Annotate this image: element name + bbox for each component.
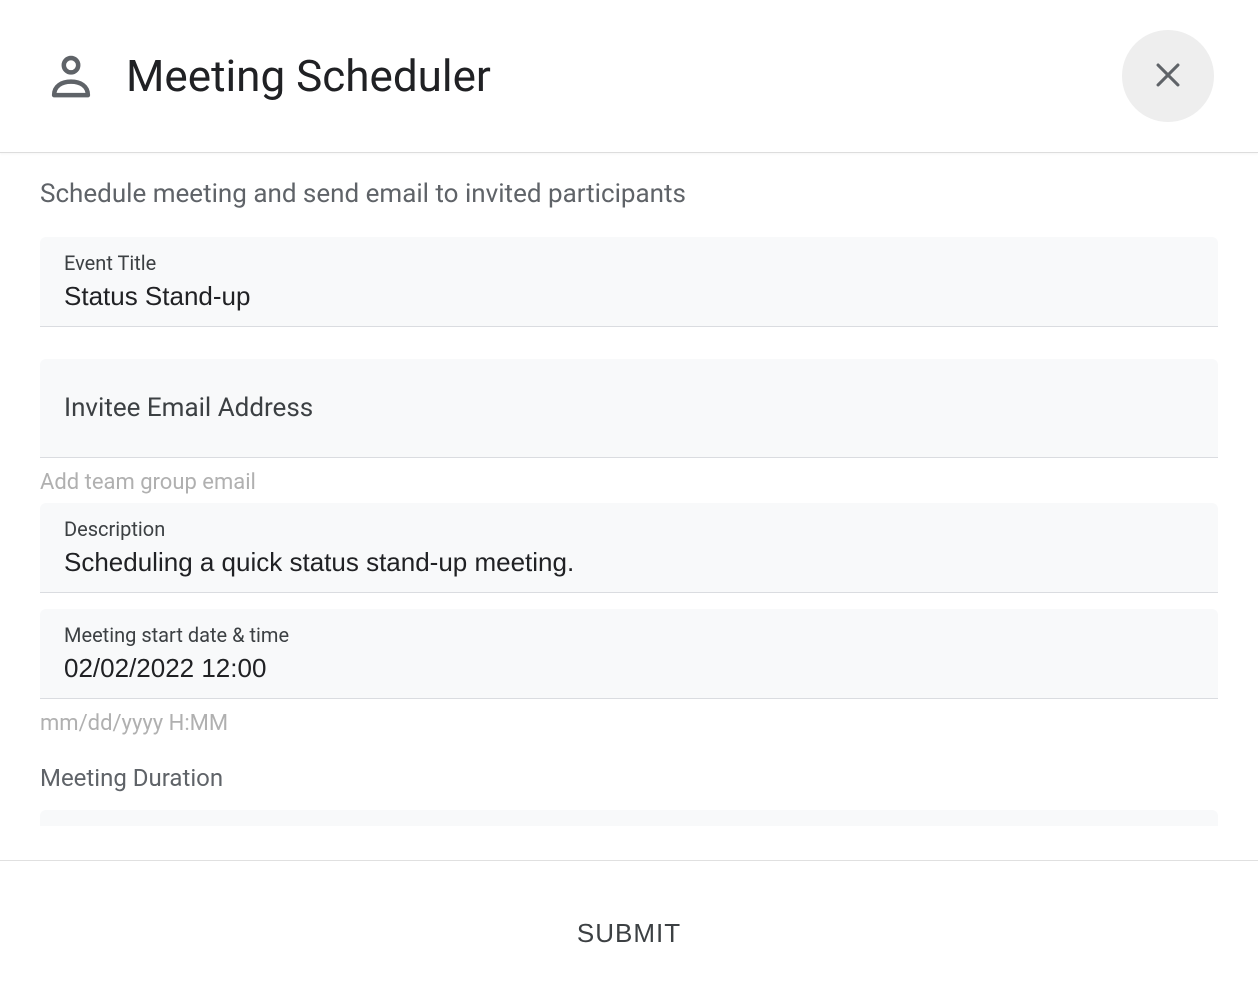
start-datetime-helper: mm/dd/yyyy H:MM	[40, 699, 1218, 736]
event-title-label: Event Title	[64, 251, 1194, 275]
dialog-content: Schedule meeting and send email to invit…	[0, 153, 1258, 863]
duration-field[interactable]	[40, 810, 1218, 826]
submit-button[interactable]: SUBMIT	[577, 918, 681, 949]
start-datetime-label: Meeting start date & time	[64, 623, 1194, 647]
description-label: Description	[64, 517, 1194, 541]
duration-label: Meeting Duration	[40, 744, 1218, 810]
header-left: Meeting Scheduler	[44, 49, 491, 103]
description-input[interactable]	[64, 547, 1194, 578]
start-datetime-input[interactable]	[64, 653, 1194, 684]
dialog-subtitle: Schedule meeting and send email to invit…	[40, 179, 1218, 209]
invitee-email-placeholder: Invitee Email Address	[64, 393, 1194, 423]
invitee-email-field[interactable]: Invitee Email Address	[40, 359, 1218, 458]
invitee-email-helper: Add team group email	[40, 458, 1218, 495]
description-field[interactable]: Description	[40, 503, 1218, 593]
event-title-field[interactable]: Event Title	[40, 237, 1218, 327]
dialog-footer: SUBMIT	[0, 860, 1258, 1006]
close-icon	[1151, 58, 1185, 95]
dialog-title: Meeting Scheduler	[126, 50, 491, 102]
start-datetime-field[interactable]: Meeting start date & time	[40, 609, 1218, 699]
person-icon	[44, 49, 98, 103]
close-button[interactable]	[1122, 30, 1214, 122]
event-title-input[interactable]	[64, 281, 1194, 312]
dialog-header: Meeting Scheduler	[0, 0, 1258, 153]
